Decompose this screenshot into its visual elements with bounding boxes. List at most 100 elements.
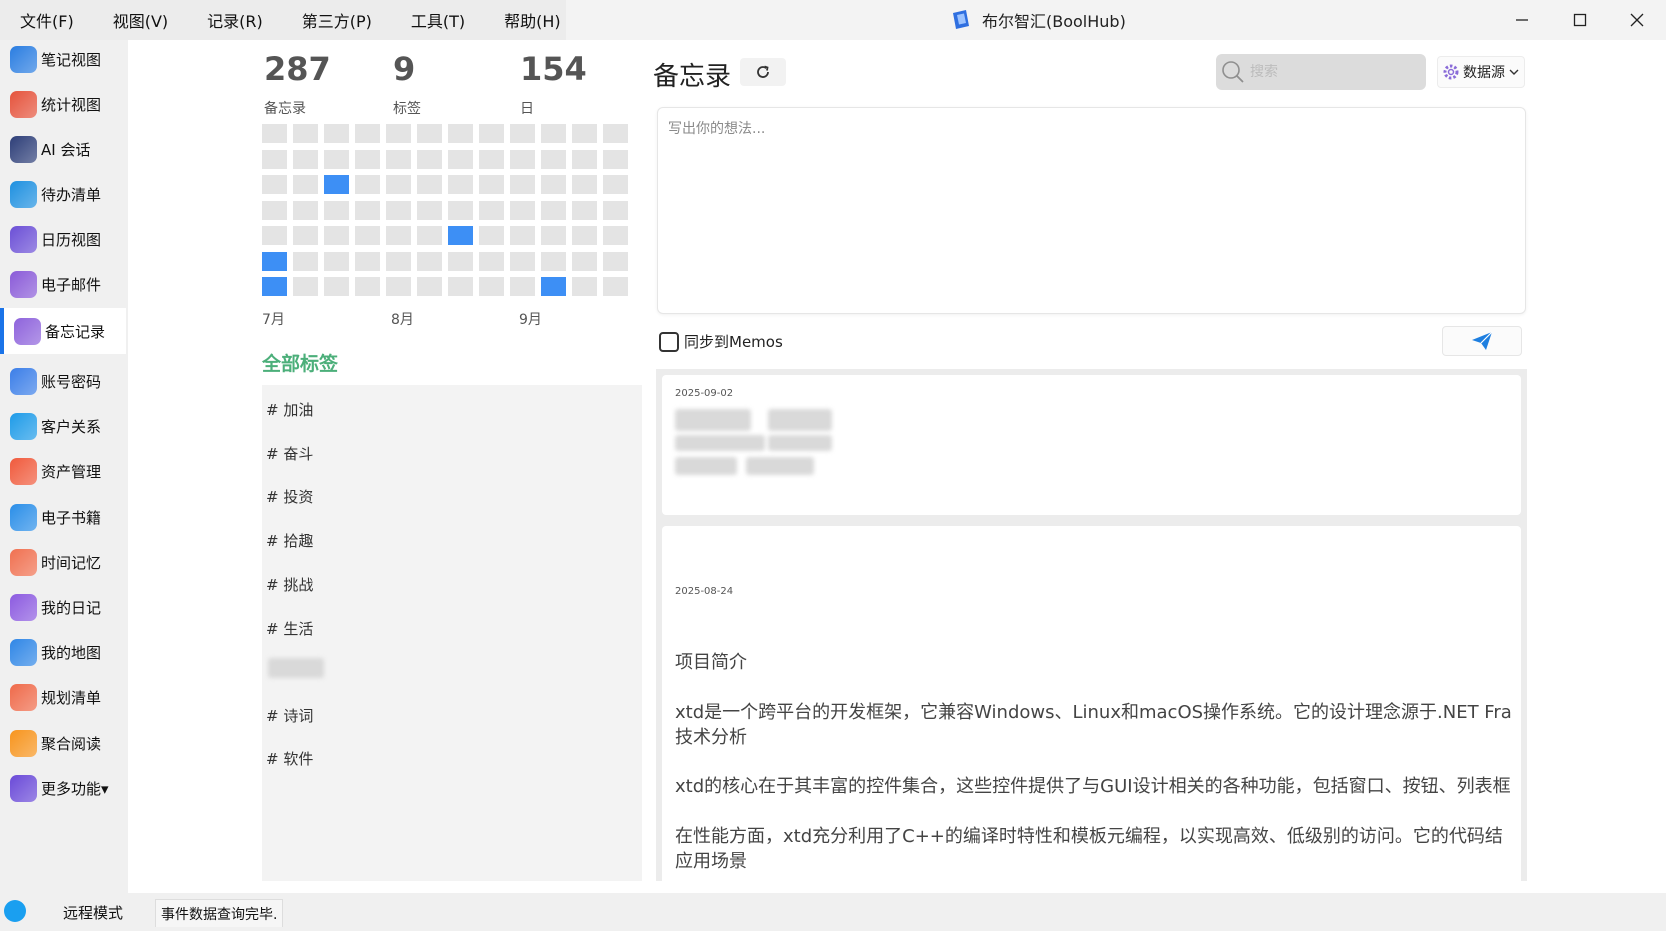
heatmap-cell[interactable] (386, 200, 411, 220)
heatmap-cell[interactable] (448, 277, 473, 296)
sidebar-item-diary[interactable]: 我的日记 (10, 590, 122, 624)
heatmap-cell[interactable] (355, 277, 380, 296)
tag-item[interactable]: # 诗词 (266, 705, 313, 726)
heatmap-cell[interactable] (572, 124, 597, 143)
heatmap-cell[interactable] (510, 124, 535, 143)
heatmap-cell[interactable] (572, 251, 597, 271)
tag-item[interactable]: # 加油 (266, 399, 313, 420)
heatmap-cell[interactable] (510, 251, 535, 271)
heatmap-cell[interactable] (510, 277, 535, 296)
refresh-button[interactable] (740, 58, 786, 86)
heatmap-cell[interactable] (262, 124, 287, 143)
heatmap-cell[interactable] (417, 277, 442, 296)
sidebar-item-notes[interactable]: 笔记视图 (10, 42, 122, 76)
datasource-dropdown[interactable]: 数据源 (1437, 56, 1525, 88)
heatmap-cell[interactable] (293, 277, 318, 296)
heatmap-cell[interactable] (324, 226, 349, 245)
heatmap-cell[interactable] (479, 251, 504, 271)
heatmap-cell[interactable] (293, 124, 318, 143)
heatmap-cell[interactable] (572, 226, 597, 245)
heatmap-cell[interactable] (417, 251, 442, 271)
search-input[interactable] (1250, 64, 1410, 80)
heatmap-cell[interactable] (355, 200, 380, 220)
heatmap-cell[interactable] (572, 175, 597, 194)
sidebar-item-ebook[interactable]: 电子书籍 (10, 500, 122, 534)
heatmap-cell[interactable] (603, 277, 628, 296)
tag-item[interactable]: # 拾趣 (266, 530, 313, 551)
sidebar-item-stats[interactable]: 统计视图 (10, 87, 122, 121)
sidebar-item-asset[interactable]: 资产管理 (10, 454, 122, 488)
heatmap-cell[interactable] (262, 200, 287, 220)
heatmap-cell[interactable] (355, 175, 380, 194)
heatmap-cell[interactable] (541, 124, 566, 143)
maximize-button[interactable] (1551, 0, 1609, 40)
heatmap-cell[interactable] (448, 149, 473, 169)
heatmap-cell[interactable] (603, 200, 628, 220)
heatmap-cell[interactable] (355, 226, 380, 245)
sidebar-item-account[interactable]: 账号密码 (10, 364, 122, 398)
heatmap-cell[interactable] (510, 200, 535, 220)
memo-input[interactable] (658, 108, 1525, 313)
tag-item[interactable]: # 生活 (266, 618, 313, 639)
heatmap-cell[interactable] (417, 149, 442, 169)
menu-file[interactable]: 文件(F) (20, 8, 74, 32)
heatmap-cell[interactable] (510, 175, 535, 194)
heatmap-cell[interactable] (479, 277, 504, 296)
memo-card[interactable]: 2025-08-24 项目简介 xtd是一个跨平台的开发框架，它兼容Window… (662, 526, 1521, 881)
heatmap-cell[interactable] (541, 200, 566, 220)
heatmap-cell[interactable] (541, 149, 566, 169)
heatmap-cell[interactable] (448, 251, 473, 271)
tag-item[interactable]: # 挑战 (266, 574, 313, 595)
tag-item[interactable]: # 软件 (266, 748, 313, 769)
heatmap-cell[interactable] (324, 175, 349, 194)
tag-item[interactable]: # 奋斗 (266, 443, 313, 464)
heatmap-cell[interactable] (572, 200, 597, 220)
menu-third-party[interactable]: 第三方(P) (302, 8, 372, 32)
heatmap-cell[interactable] (386, 149, 411, 169)
tag-item[interactable]: # 投资 (266, 486, 313, 507)
heatmap-cell[interactable] (293, 175, 318, 194)
sidebar-item-rss[interactable]: 聚合阅读 (10, 726, 122, 760)
heatmap-cell[interactable] (262, 226, 287, 245)
heatmap-cell[interactable] (417, 175, 442, 194)
heatmap-cell[interactable] (293, 226, 318, 245)
tag-item-blurred[interactable] (266, 656, 326, 680)
heatmap-cell[interactable] (324, 251, 349, 271)
heatmap-cell[interactable] (448, 124, 473, 143)
sidebar-item-more[interactable]: 更多功能▾ (10, 771, 122, 805)
heatmap-cell[interactable] (603, 175, 628, 194)
heatmap-cell[interactable] (386, 251, 411, 271)
heatmap-cell[interactable] (541, 175, 566, 194)
heatmap-cell[interactable] (386, 175, 411, 194)
sync-memos-option[interactable]: 同步到Memos (659, 331, 783, 352)
sidebar-item-memo[interactable]: 备忘记录 (0, 308, 126, 354)
heatmap-cell[interactable] (417, 200, 442, 220)
menu-help[interactable]: 帮助(H) (504, 8, 561, 32)
heatmap-cell[interactable] (355, 149, 380, 169)
heatmap-cell[interactable] (479, 124, 504, 143)
heatmap-cell[interactable] (603, 251, 628, 271)
heatmap-cell[interactable] (448, 200, 473, 220)
heatmap-cell[interactable] (293, 251, 318, 271)
heatmap-cell[interactable] (324, 277, 349, 296)
heatmap-cell[interactable] (603, 149, 628, 169)
sidebar-item-map[interactable]: 我的地图 (10, 635, 122, 669)
heatmap-cell[interactable] (603, 226, 628, 245)
heatmap-cell[interactable] (386, 226, 411, 245)
heatmap-cell[interactable] (386, 277, 411, 296)
heatmap-cell[interactable] (541, 277, 566, 296)
heatmap-cell[interactable] (479, 200, 504, 220)
heatmap-cell[interactable] (262, 277, 287, 296)
heatmap-cell[interactable] (541, 251, 566, 271)
heatmap-cell[interactable] (541, 226, 566, 245)
heatmap-cell[interactable] (262, 175, 287, 194)
heatmap-cell[interactable] (324, 149, 349, 169)
heatmap-cell[interactable] (572, 277, 597, 296)
menu-view[interactable]: 视图(V) (113, 8, 168, 32)
menu-record[interactable]: 记录(R) (207, 8, 263, 32)
heatmap-cell[interactable] (479, 175, 504, 194)
heatmap-cell[interactable] (572, 149, 597, 169)
heatmap-cell[interactable] (479, 226, 504, 245)
heatmap-cell[interactable] (262, 149, 287, 169)
memo-card[interactable]: 2025-09-02 (662, 375, 1521, 515)
